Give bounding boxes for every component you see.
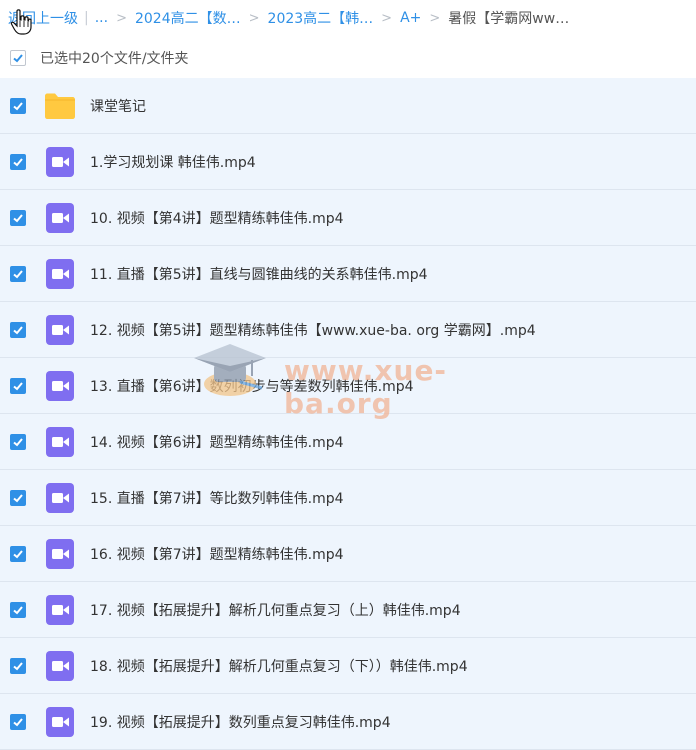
file-name[interactable]: 11. 直播【第5讲】直线与圆锥曲线的关系韩佳伟.mp4: [90, 264, 428, 284]
breadcrumb: 返回上一级 | ... > 2024高二【数… > 2023高二【韩… > A+…: [0, 0, 696, 36]
row-checkbox[interactable]: [10, 209, 26, 226]
row-checkbox[interactable]: [10, 545, 26, 562]
breadcrumb-ellipsis[interactable]: ...: [95, 10, 108, 26]
file-name[interactable]: 18. 视频【拓展提升】解析几何重点复习（下））韩佳伟.mp4: [90, 656, 468, 676]
row-checkbox[interactable]: [10, 713, 26, 730]
check-icon: [13, 54, 23, 63]
select-all-checkbox[interactable]: [10, 50, 26, 66]
breadcrumb-item[interactable]: 2023高二【韩…: [268, 8, 374, 28]
file-name[interactable]: 13. 直播【第6讲】数列初步与等差数列韩佳伟.mp4: [90, 376, 414, 396]
video-file-icon: [44, 258, 76, 290]
breadcrumb-separator: >: [116, 10, 127, 26]
file-name[interactable]: 10. 视频【第4讲】题型精练韩佳伟.mp4: [90, 208, 344, 228]
breadcrumb-item[interactable]: 2024高二【数…: [135, 8, 241, 28]
check-icon: [13, 213, 23, 222]
file-list: 课堂笔记 1.学习规划课 韩佳伟.mp4 10. 视频【第4讲】题型精练韩佳伟.mp…: [0, 78, 696, 750]
hand-pointer-icon: [10, 9, 32, 35]
file-row[interactable]: 11. 直播【第5讲】直线与圆锥曲线的关系韩佳伟.mp4: [0, 246, 696, 302]
row-checkbox[interactable]: [10, 433, 26, 450]
row-checkbox[interactable]: [10, 601, 26, 618]
row-checkbox[interactable]: [10, 321, 26, 338]
file-row[interactable]: 1.学习规划课 韩佳伟.mp4: [0, 134, 696, 190]
check-icon: [13, 493, 23, 502]
breadcrumb-separator: >: [429, 10, 441, 26]
breadcrumb-divider: |: [84, 10, 89, 26]
file-name[interactable]: 课堂笔记: [90, 96, 146, 116]
file-name[interactable]: 17. 视频【拓展提升】解析几何重点复习（上）韩佳伟.mp4: [90, 600, 461, 620]
row-checkbox[interactable]: [10, 657, 26, 674]
file-name[interactable]: 12. 视频【第5讲】题型精练韩佳伟【www.xue-ba. org 学霸网】.…: [90, 320, 536, 340]
check-icon: [13, 325, 23, 334]
video-file-icon: [44, 650, 76, 682]
check-icon: [13, 605, 23, 614]
selection-bar: 已选中20个文件/文件夹: [0, 38, 696, 78]
video-file-icon: [44, 706, 76, 738]
breadcrumb-separator: >: [248, 10, 260, 26]
folder-icon: [44, 90, 76, 122]
row-checkbox[interactable]: [10, 489, 26, 506]
file-name[interactable]: 15. 直播【第7讲】等比数列韩佳伟.mp4: [90, 488, 344, 508]
video-file-icon: [44, 594, 76, 626]
breadcrumb-item[interactable]: A+: [400, 10, 421, 26]
check-icon: [13, 157, 23, 166]
breadcrumb-current: 暑假【学霸网ww…: [448, 11, 570, 27]
video-file-icon: [44, 370, 76, 402]
file-name[interactable]: 19. 视频【拓展提升】数列重点复习韩佳伟.mp4: [90, 712, 391, 732]
check-icon: [13, 269, 23, 278]
file-name[interactable]: 1.学习规划课 韩佳伟.mp4: [90, 152, 256, 172]
video-file-icon: [44, 146, 76, 178]
breadcrumb-separator: >: [381, 10, 393, 26]
file-row[interactable]: 17. 视频【拓展提升】解析几何重点复习（上）韩佳伟.mp4: [0, 582, 696, 638]
row-checkbox[interactable]: [10, 377, 26, 394]
file-row[interactable]: 14. 视频【第6讲】题型精练韩佳伟.mp4: [0, 414, 696, 470]
video-file-icon: [44, 202, 76, 234]
file-row[interactable]: 课堂笔记: [0, 78, 696, 134]
row-checkbox[interactable]: [10, 97, 26, 114]
check-icon: [13, 101, 23, 110]
file-name[interactable]: 16. 视频【第7讲】题型精练韩佳伟.mp4: [90, 544, 344, 564]
video-file-icon: [44, 482, 76, 514]
file-row[interactable]: 10. 视频【第4讲】题型精练韩佳伟.mp4: [0, 190, 696, 246]
check-icon: [13, 661, 23, 670]
file-name[interactable]: 14. 视频【第6讲】题型精练韩佳伟.mp4: [90, 432, 344, 452]
video-file-icon: [44, 426, 76, 458]
row-checkbox[interactable]: [10, 265, 26, 282]
video-file-icon: [44, 314, 76, 346]
file-row[interactable]: 19. 视频【拓展提升】数列重点复习韩佳伟.mp4: [0, 694, 696, 750]
video-file-icon: [44, 538, 76, 570]
file-row[interactable]: 18. 视频【拓展提升】解析几何重点复习（下））韩佳伟.mp4: [0, 638, 696, 694]
check-icon: [13, 381, 23, 390]
file-row[interactable]: 15. 直播【第7讲】等比数列韩佳伟.mp4: [0, 470, 696, 526]
file-row[interactable]: 13. 直播【第6讲】数列初步与等差数列韩佳伟.mp4: [0, 358, 696, 414]
row-checkbox[interactable]: [10, 153, 26, 170]
selection-count: 已选中20个文件/文件夹: [40, 51, 189, 67]
check-icon: [13, 717, 23, 726]
file-row[interactable]: 16. 视频【第7讲】题型精练韩佳伟.mp4: [0, 526, 696, 582]
file-row[interactable]: 12. 视频【第5讲】题型精练韩佳伟【www.xue-ba. org 学霸网】.…: [0, 302, 696, 358]
check-icon: [13, 437, 23, 446]
check-icon: [13, 549, 23, 558]
